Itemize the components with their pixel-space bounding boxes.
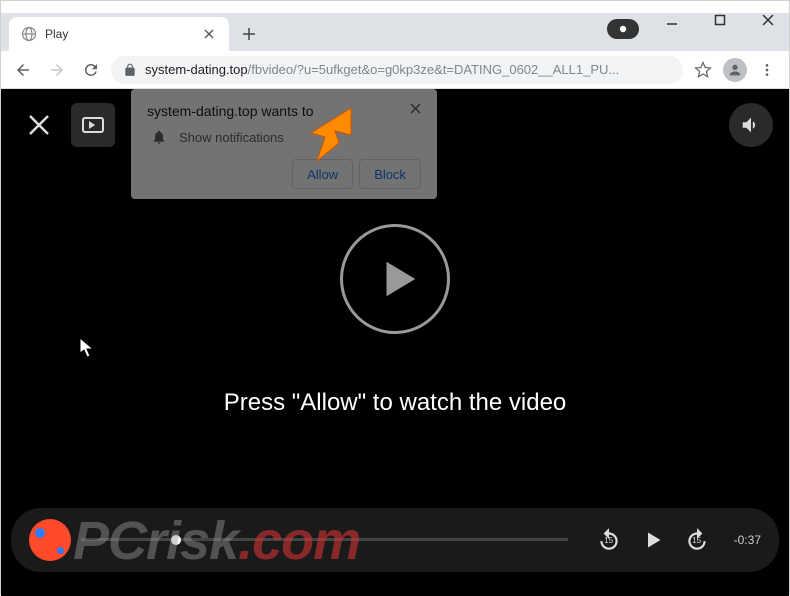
address-bar[interactable]: system-dating.top/fbvideo/?u=5ufkget&o=g… — [111, 56, 683, 84]
page-content: system-dating.top wants to Show notifica… — [1, 89, 789, 596]
player-bottom-bar: 15 15 -0:37 — [11, 508, 779, 572]
url-text: system-dating.top/fbvideo/?u=5ufkget&o=g… — [145, 62, 671, 77]
skip-forward-label: 15 — [692, 536, 701, 545]
volume-button[interactable] — [729, 103, 773, 147]
nav-reload-button[interactable] — [77, 56, 105, 84]
progress-slider[interactable] — [81, 538, 568, 542]
bookmark-star-button[interactable] — [689, 56, 717, 84]
browser-toolbar: system-dating.top/fbvideo/?u=5ufkget&o=g… — [1, 51, 789, 89]
tab-title: Play — [45, 27, 193, 41]
lock-icon — [123, 63, 137, 77]
player-center-controls: 15 15 — [596, 527, 710, 553]
window-controls — [659, 7, 781, 33]
window-minimize-button[interactable] — [659, 7, 685, 33]
player-logo-icon — [29, 519, 71, 561]
nav-forward-button[interactable] — [43, 56, 71, 84]
new-tab-button[interactable] — [235, 20, 263, 48]
progress-track — [81, 538, 568, 541]
browser-menu-button[interactable] — [753, 56, 781, 84]
player-close-button[interactable] — [17, 103, 61, 147]
notification-overlay — [131, 89, 437, 207]
media-pill-button[interactable] — [607, 19, 639, 39]
skip-forward-button[interactable]: 15 — [684, 527, 710, 553]
cursor-icon — [79, 337, 95, 359]
url-domain: system-dating.top — [145, 62, 248, 77]
allow-prompt-text: Press "Allow" to watch the video — [1, 389, 789, 417]
globe-icon — [21, 26, 37, 42]
big-play-button[interactable] — [340, 224, 450, 334]
url-path: /fbvideo/?u=5ufkget&o=g0kp3ze&t=DATING_0… — [248, 62, 620, 77]
progress-knob[interactable] — [171, 535, 181, 545]
pointer-arrow-icon — [301, 103, 371, 173]
time-remaining: -0:37 — [734, 533, 761, 547]
window-close-button[interactable] — [755, 7, 781, 33]
play-button[interactable] — [640, 527, 666, 553]
nav-back-button[interactable] — [9, 56, 37, 84]
theater-mode-button[interactable] — [71, 103, 115, 147]
skip-back-button[interactable]: 15 — [596, 527, 622, 553]
profile-avatar-button[interactable] — [723, 58, 747, 82]
window-maximize-button[interactable] — [707, 7, 733, 33]
browser-tab-play[interactable]: Play — [9, 17, 229, 51]
player-top-left — [17, 103, 115, 147]
browser-window: Play system-dating.top/fbvideo/?u=5uf — [0, 0, 790, 595]
tab-close-button[interactable] — [201, 26, 217, 42]
skip-back-label: 15 — [604, 536, 613, 545]
